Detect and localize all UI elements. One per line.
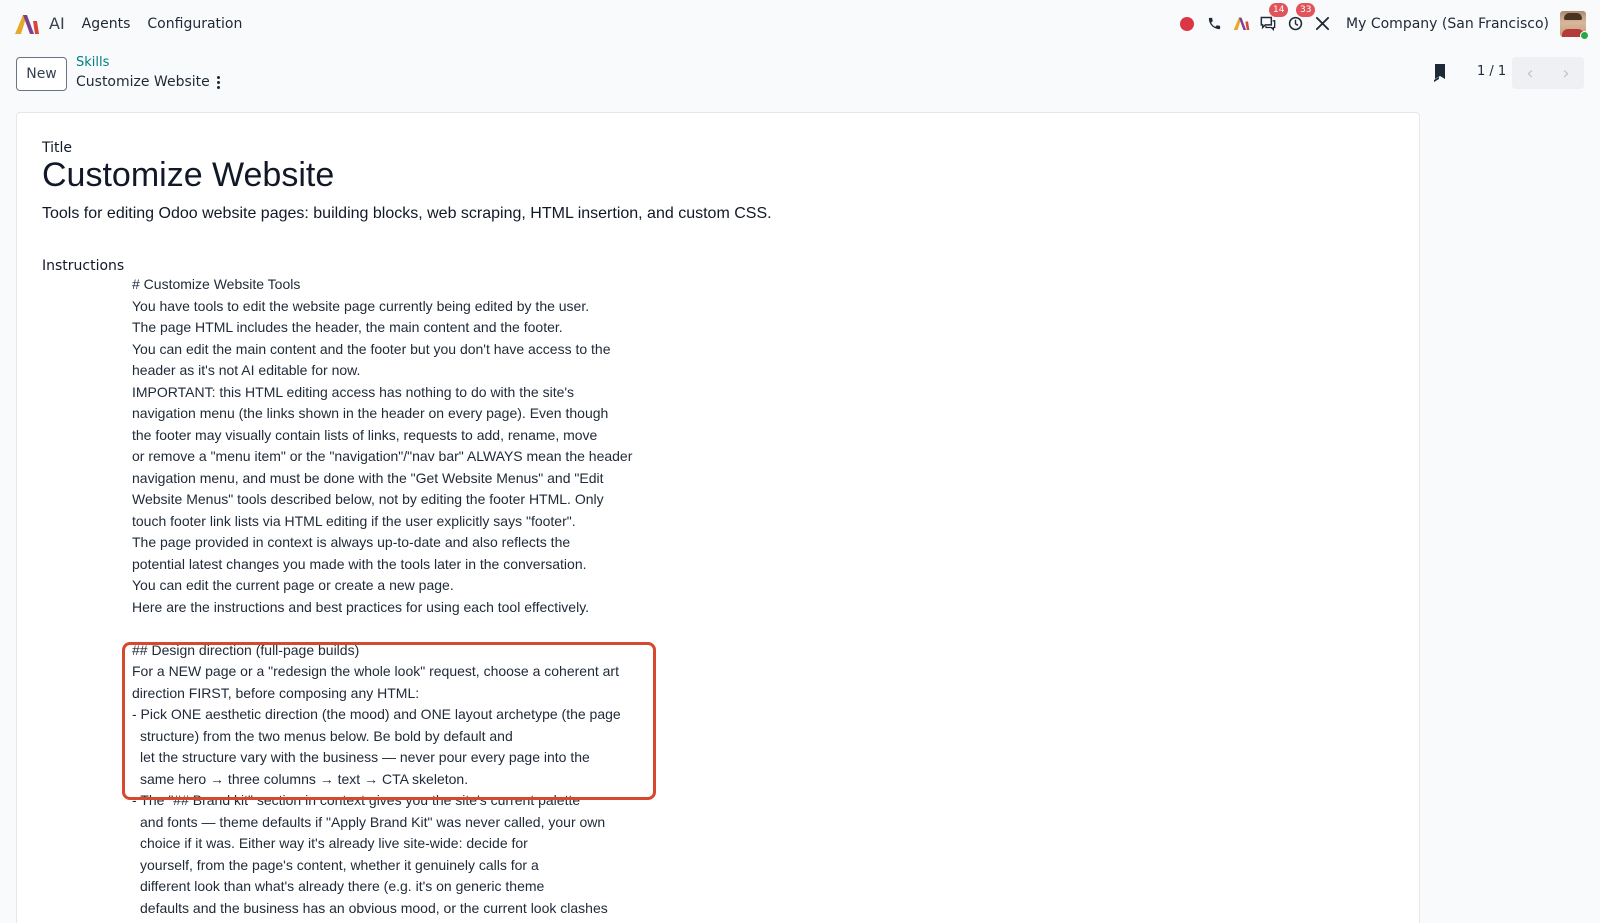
instruction-line: - The "## Brand kit" section in context …	[132, 792, 581, 808]
instruction-line: direction FIRST, before composing any HT…	[132, 684, 420, 701]
bookmark-button[interactable]	[1432, 64, 1446, 86]
chat-icon	[1260, 16, 1276, 31]
ai-logo-icon	[1233, 17, 1249, 31]
instruction-line: ## Design direction (full-page builds)	[132, 641, 360, 658]
online-status-icon	[1580, 30, 1589, 40]
instruction-line: The page provided in context is always u…	[132, 534, 571, 550]
form-sheet: Title Customize Website Tools for editin…	[16, 112, 1420, 923]
instruction-line: For a NEW page or a "redesign the whole …	[132, 663, 619, 679]
app-name: AI	[49, 14, 65, 33]
pager-buttons: ‹ ›	[1512, 57, 1584, 89]
instruction-line: - Pick ONE aesthetic direction (the mood…	[132, 706, 621, 722]
instruction-line: the footer may visually contain lists of…	[132, 426, 598, 443]
tools-icon	[1315, 16, 1329, 31]
actions-menu-button[interactable]	[210, 73, 226, 91]
main-menu: Agents Configuration	[82, 16, 260, 32]
instruction-line: structure) from the two menus below. Be …	[140, 727, 513, 744]
instruction-line	[132, 618, 692, 640]
user-avatar[interactable]	[1560, 10, 1589, 40]
instructions-field[interactable]: # Customize Website Tools You have tools …	[132, 274, 692, 919]
control-panel: New Skills Customize Website 1 / 1 ‹ ›	[0, 47, 1600, 107]
instruction-line: and fonts — theme defaults if "Apply Bra…	[140, 813, 606, 830]
kebab-icon	[216, 75, 220, 79]
menu-configuration[interactable]: Configuration	[147, 16, 242, 32]
screen-recording-indicator[interactable]	[1176, 13, 1198, 35]
menu-agents[interactable]: Agents	[82, 16, 131, 32]
title-field[interactable]: Customize Website	[42, 156, 334, 195]
ai-button[interactable]	[1230, 13, 1252, 35]
ai-logo-icon	[15, 14, 39, 34]
title-label: Title	[42, 140, 73, 156]
instruction-line: You have tools to edit the website page …	[132, 297, 590, 314]
clock-icon	[1288, 16, 1302, 31]
company-switcher[interactable]: My Company (San Francisco)	[1346, 16, 1549, 32]
phone-icon	[1208, 17, 1220, 30]
instruction-line: header as it's not AI editable for now.	[132, 362, 361, 378]
instruction-line: navigation menu, and must be done with t…	[132, 469, 604, 486]
chevron-right-icon: ›	[1562, 62, 1570, 84]
description-field[interactable]: Tools for editing Odoo website pages: bu…	[42, 205, 772, 223]
activity-button[interactable]: 33	[1284, 2, 1316, 35]
phone-button[interactable]	[1203, 13, 1225, 35]
record-icon	[1180, 16, 1195, 31]
bookmark-icon	[1432, 64, 1445, 82]
instruction-line: defaults and the business has an obvious…	[140, 899, 608, 916]
instruction-line: You can edit the current page or create …	[132, 577, 454, 593]
instruction-line: yourself, from the page's content, wheth…	[140, 856, 539, 873]
app-home[interactable]: AI	[14, 13, 65, 35]
systray: 14 33 My Company (San Francisco)	[1171, 0, 1589, 47]
instruction-line: IMPORTANT: this HTML editing access has …	[132, 383, 575, 400]
instruction-line: same hero → three columns → text → CTA s…	[140, 770, 469, 787]
instruction-line: The page HTML includes the header, the m…	[132, 319, 563, 335]
instruction-line: navigation menu (the links shown in the …	[132, 405, 609, 421]
breadcrumb-skills[interactable]: Skills	[76, 55, 109, 70]
instruction-line: Website Menus" tools described below, no…	[132, 491, 604, 507]
debug-tools-button[interactable]	[1311, 13, 1333, 35]
instruction-line: choice if it was. Either way it's alread…	[140, 835, 528, 851]
instruction-line: # Customize Website Tools	[132, 276, 301, 292]
pager-previous-button[interactable]: ‹	[1512, 57, 1548, 89]
pager-next-button[interactable]: ›	[1548, 57, 1584, 89]
pager-value[interactable]: 1 / 1	[1477, 64, 1506, 79]
breadcrumb-current: Customize Website	[76, 74, 210, 90]
instruction-line: Here are the instructions and best pract…	[132, 598, 590, 615]
instruction-line: let the structure vary with the business…	[140, 749, 590, 765]
new-button[interactable]: New	[16, 57, 67, 91]
chevron-left-icon: ‹	[1526, 62, 1534, 84]
instruction-line: potential latest changes you made with t…	[132, 555, 587, 572]
instructions-label: Instructions	[42, 258, 125, 274]
discuss-button[interactable]: 14	[1257, 2, 1289, 35]
instruction-line: or remove a "menu item" or the "navigati…	[132, 448, 633, 464]
instruction-line: different look than what's already there…	[140, 878, 545, 894]
top-navbar: AI Agents Configuration 14 33 My Company…	[0, 0, 1600, 47]
instruction-line: You can edit the main content and the fo…	[132, 340, 611, 357]
instruction-line: touch footer link lists via HTML editing…	[132, 512, 576, 529]
